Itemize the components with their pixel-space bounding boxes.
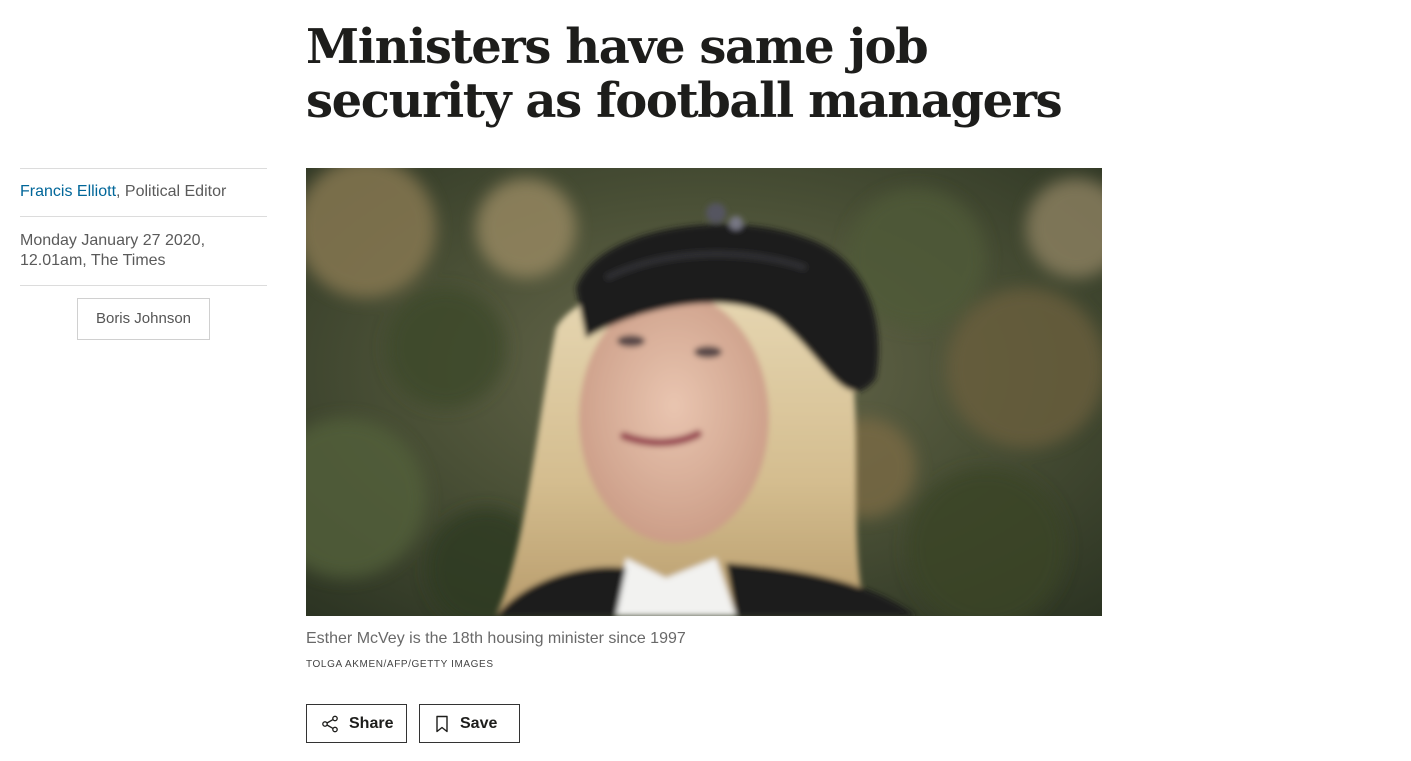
publish-date: Monday January 27 2020, 12.01am, The Tim… (20, 216, 267, 285)
article-meta: Francis Elliott, Political Editor Monday… (20, 168, 267, 340)
hero-image (306, 168, 1102, 616)
tag-boris-johnson[interactable]: Boris Johnson (76, 298, 211, 340)
share-icon (321, 715, 339, 733)
topic-tags: Boris Johnson (20, 285, 267, 340)
share-button[interactable]: Share (306, 704, 407, 743)
save-button[interactable]: Save (419, 704, 520, 743)
article-headline: Ministers have same job security as foot… (306, 19, 1063, 129)
author-link[interactable]: Francis Elliott (20, 183, 116, 200)
image-caption: Esther McVey is the 18th housing ministe… (306, 630, 686, 647)
byline: Francis Elliott, Political Editor (20, 168, 267, 216)
share-label: Share (349, 714, 394, 732)
image-credit: TOLGA AKMEN/AFP/GETTY IMAGES (306, 659, 494, 670)
article-actions: Share Save (306, 704, 520, 743)
save-label: Save (460, 714, 498, 732)
bookmark-icon (434, 715, 450, 733)
author-role: , Political Editor (116, 183, 227, 200)
